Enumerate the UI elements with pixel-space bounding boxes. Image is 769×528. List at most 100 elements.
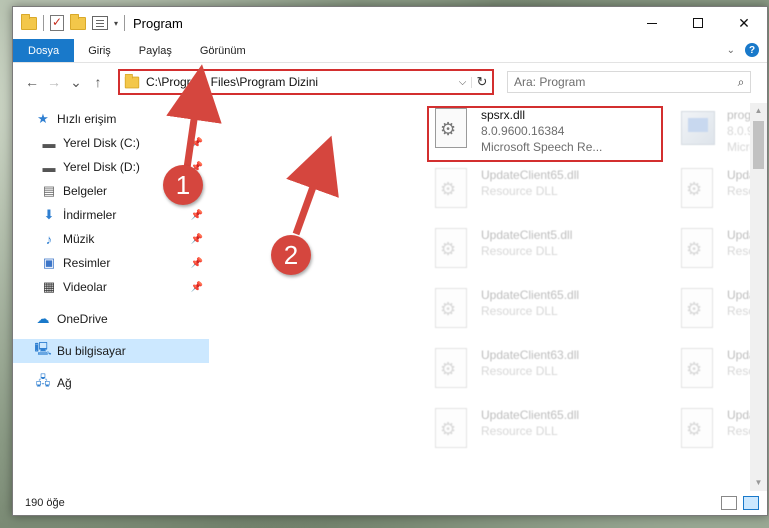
back-button[interactable]: ←	[21, 74, 43, 90]
pin-icon[interactable]: 📌	[191, 234, 203, 245]
navigation-pane: ★ Hızlı erişim ▬ Yerel Disk (C:) 📌 ▬ Yer…	[13, 103, 209, 491]
file-item[interactable]: UpdateClient65.dll Resource DLL	[431, 407, 661, 461]
window-title: Program	[133, 15, 183, 31]
file-item[interactable]: UpdateClient63.dll Resource DLL	[431, 347, 661, 401]
tab-home[interactable]: Giriş	[74, 39, 125, 62]
expand-ribbon-icon[interactable]: ⌄	[727, 45, 735, 56]
explorer-window: ▾ Program ✕ Dosya Giriş Paylaş Görünüm ⌄…	[12, 6, 768, 516]
close-icon: ✕	[738, 14, 750, 31]
sidebar-item-label: Müzik	[63, 232, 95, 246]
close-button[interactable]: ✕	[721, 7, 767, 39]
dll-file-icon	[677, 287, 719, 329]
sidebar-item-label: Bu bilgisayar	[57, 344, 126, 358]
tab-share[interactable]: Paylaş	[125, 39, 186, 62]
chevron-down-icon[interactable]: ⌵	[454, 76, 472, 88]
file-name: UpdateClient65.dll	[481, 408, 580, 422]
address-field[interactable]: C:\Program Files\Program Dizini	[120, 71, 454, 93]
drive-icon: ▬	[42, 135, 56, 151]
chevron-down-icon[interactable]: ▾	[114, 19, 118, 28]
file-version: 8.0.9600.16384	[481, 124, 565, 138]
details-view-icon[interactable]	[721, 496, 737, 510]
divider	[43, 15, 44, 31]
file-item[interactable]: UpdateClient65.dll Resource DLL	[431, 287, 661, 341]
callout-badge-2: 2	[271, 235, 311, 275]
file-description: Resource DLL	[481, 364, 558, 378]
sidebar-item-label: Yerel Disk (D:)	[63, 160, 140, 174]
sidebar-item-music[interactable]: ♪ Müzik 📌	[13, 227, 209, 251]
sidebar-item-label: Resimler	[63, 256, 111, 270]
sidebar-item-this-pc[interactable]: 🖳 Bu bilgisayar	[13, 339, 209, 363]
vertical-scrollbar[interactable]: ▲ ▼	[750, 103, 767, 491]
help-icon[interactable]: ?	[745, 43, 759, 57]
videos-icon: ▦	[42, 279, 56, 294]
search-input[interactable]: Ara: Program	[514, 75, 732, 89]
dll-file-icon	[677, 227, 719, 269]
maximize-button[interactable]	[675, 7, 721, 39]
cloud-icon: ☁	[36, 311, 50, 326]
sidebar-item-quick-access[interactable]: ★ Hızlı erişim	[13, 107, 209, 131]
file-item[interactable]: UpdateClient65.dll Resource DLL	[431, 167, 661, 221]
dll-file-icon	[431, 347, 473, 389]
tab-file[interactable]: Dosya	[13, 39, 75, 62]
file-description: Resource DLL	[481, 424, 558, 438]
minimize-button[interactable]	[629, 7, 675, 39]
tab-view[interactable]: Görünüm	[186, 39, 260, 62]
pictures-icon: ▣	[42, 255, 56, 270]
music-icon: ♪	[45, 231, 53, 247]
new-folder-icon[interactable]	[70, 13, 86, 30]
file-description: Resource DLL	[481, 184, 558, 198]
file-description: Resource DLL	[481, 304, 558, 318]
sidebar-item-label: Yerel Disk (C:)	[63, 136, 140, 150]
pin-icon[interactable]: 📌	[191, 258, 203, 269]
sidebar-item-pictures[interactable]: ▣ Resimler 📌	[13, 251, 209, 275]
refresh-icon[interactable]: ↻	[472, 74, 492, 90]
file-description: Resource DLL	[481, 244, 558, 258]
documents-icon: ▤	[42, 183, 56, 198]
divider	[124, 15, 126, 31]
sidebar-item-videos[interactable]: ▦ Videolar 📌	[13, 275, 209, 299]
up-button[interactable]: ↑	[87, 74, 109, 90]
dll-file-icon	[431, 107, 473, 149]
minimize-icon	[647, 22, 657, 24]
dll-file-icon	[677, 347, 719, 389]
file-item[interactable]: spsrx.dll 8.0.9600.16384 Microsoft Speec…	[431, 107, 661, 161]
sidebar-item-network[interactable]: 🖧 Ağ	[13, 371, 209, 395]
address-bar[interactable]: C:\Program Files\Program Dizini ⌵ ↻	[118, 69, 494, 95]
search-box[interactable]: Ara: Program ⌕	[507, 71, 751, 93]
file-item[interactable]: UpdateClient5.dll Resource DLL	[431, 227, 661, 281]
pin-icon[interactable]: 📌	[191, 210, 203, 221]
title-bar: ▾ Program ✕	[13, 7, 767, 39]
sidebar-item-onedrive[interactable]: ☁ OneDrive	[13, 307, 209, 331]
ribbon: Dosya Giriş Paylaş Görünüm ⌄ ?	[13, 39, 767, 63]
sidebar-item-label: OneDrive	[57, 312, 108, 326]
dll-file-icon	[431, 287, 473, 329]
scroll-thumb[interactable]	[753, 121, 764, 169]
window-controls: ✕	[629, 7, 767, 39]
star-icon: ★	[37, 111, 49, 126]
pin-icon[interactable]: 📌	[191, 138, 203, 149]
sidebar-item-label: Hızlı erişim	[57, 112, 117, 126]
dll-file-icon	[431, 407, 473, 449]
folder-icon	[124, 73, 140, 88]
forward-button[interactable]: →	[43, 74, 65, 90]
recent-locations-icon[interactable]: ⌄	[65, 74, 87, 91]
dll-file-icon	[677, 167, 719, 209]
scroll-down-icon[interactable]: ▼	[750, 475, 767, 491]
scroll-up-icon[interactable]: ▲	[750, 103, 767, 119]
ribbon-controls: ⌄ ?	[727, 43, 759, 57]
customize-icon[interactable]	[92, 16, 108, 30]
properties-icon[interactable]	[50, 15, 64, 31]
tiles-view-icon[interactable]	[743, 496, 759, 510]
view-toggle	[721, 496, 759, 510]
drive-icon: ▬	[42, 159, 56, 175]
sidebar-item-downloads[interactable]: ⬇ İndirmeler 📌	[13, 203, 209, 227]
pin-icon[interactable]: 📌	[191, 282, 203, 293]
search-icon[interactable]: ⌕	[732, 75, 750, 90]
address-path[interactable]: C:\Program Files\Program Dizini	[146, 75, 454, 89]
downloads-icon: ⬇	[43, 207, 55, 222]
file-name: spsrx.dll	[481, 108, 526, 122]
sidebar-item-local-disk-c[interactable]: ▬ Yerel Disk (C:) 📌	[13, 131, 209, 155]
file-name: UpdateClient63.dll	[481, 348, 580, 362]
